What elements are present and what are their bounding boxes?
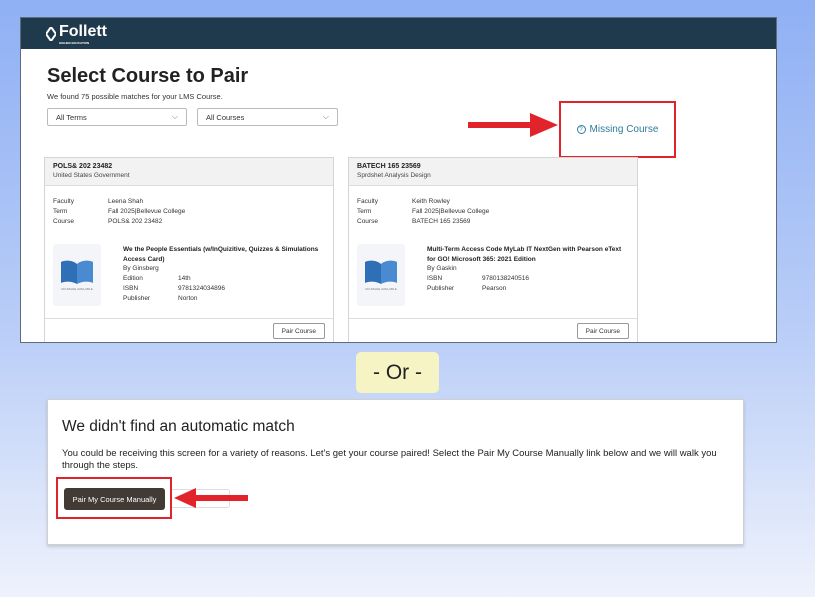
chevron-down-icon: ⌵ [322,112,329,121]
open-book-icon [61,260,93,284]
course-card: BATECH 165 23569 Sprdshet Analysis Desig… [348,157,638,342]
pair-course-button[interactable]: Pair Course [272,323,325,339]
red-arrow-pointer [468,113,558,137]
course-name: United States Government [53,172,130,179]
brand-subtitle: HIGHER EDUCATION [59,40,90,45]
course-value: BATECH 165 23569 [412,218,471,225]
course-code: POLS& 202 23482 [53,163,113,170]
course-code: BATECH 165 23569 [357,163,421,170]
edition-value: 14th [178,275,191,282]
course-details: Faculty Keith Rowley Term Fall 2025|Bellev… [357,198,489,228]
faculty-label: Faculty [53,198,74,205]
course-label: Course [53,218,74,225]
book-author: By Ginsberg [123,265,159,272]
card-footer: Pair Course [45,318,333,342]
book-info: Multi-Term Access Code MyLab IT NextGen … [427,245,627,295]
book-title: We the People Essentials (w/InQuizitive,… [123,246,319,263]
top-nav-bar: Follett HIGHER EDUCATION [21,18,776,49]
edition-label: Edition [123,275,143,282]
brand-name: Follett [59,22,107,40]
faculty-value: Keith Rowley [412,198,450,205]
follett-logo: Follett HIGHER EDUCATION [46,23,107,45]
book-author: By Gaskin [427,265,457,272]
publisher-value: Pearson [482,285,507,292]
missing-course-link[interactable]: Missing Course [590,124,659,135]
follett-diamond-icon [46,26,56,41]
no-match-screenshot: We didn't find an automatic match You co… [47,399,744,545]
book-cover-placeholder: NO IMAGE AVAILABLE [357,244,405,306]
no-match-description: You could be receiving this screen for a… [62,448,717,471]
help-circle-icon: ? [576,125,586,134]
term-value: Fall 2025|Bellevue College [412,208,490,215]
course-name: Sprdshet Analysis Design [357,172,431,179]
isbn-value: 9781324034896 [178,285,225,292]
term-label: Term [53,208,68,215]
isbn-label: ISBN [123,285,139,292]
publisher-label: Publisher [123,295,151,302]
chevron-down-icon: ⌵ [171,112,178,121]
publisher-label: Publisher [427,285,455,292]
book-info: We the People Essentials (w/InQuizitive,… [123,245,323,305]
book-cover-placeholder: NO IMAGE AVAILABLE [53,244,101,306]
no-match-title: We didn't find an automatic match [62,418,295,435]
term-filter-select[interactable]: All Terms ⌵ [47,108,187,126]
book-title: Multi-Term Access Code MyLab IT NextGen … [427,246,622,263]
no-image-text: NO IMAGE AVAILABLE [365,287,397,291]
card-header: BATECH 165 23569 Sprdshet Analysis Desig… [349,158,637,186]
publisher-value: Norton [178,295,198,302]
term-label: Term [357,208,372,215]
term-filter-value: All Terms [56,112,87,122]
course-label: Course [357,218,378,225]
term-value: Fall 2025|Bellevue College [108,208,186,215]
course-filter-value: All Courses [206,112,245,122]
or-divider-label: - Or - [356,352,439,393]
course-filter-select[interactable]: All Courses ⌵ [197,108,338,126]
red-arrow-pointer [174,488,248,508]
no-image-text: NO IMAGE AVAILABLE [61,287,93,291]
course-card: POLS& 202 23482 United States Government… [44,157,334,342]
pair-course-button[interactable]: Pair Course [576,323,629,339]
pair-manually-button[interactable]: Pair My Course Manually [64,488,165,510]
missing-course-highlight: ? Missing Course [559,101,676,158]
page-title: Select Course to Pair [47,65,249,87]
faculty-value: Leena Shah [108,198,144,205]
matches-count-text: We found 75 possible matches for your LM… [47,92,223,101]
course-details: Faculty Leena Shah Term Fall 2025|Bellevue… [53,198,185,228]
card-footer: Pair Course [349,318,637,342]
course-select-screenshot: Follett HIGHER EDUCATION Select Course t… [20,17,777,343]
open-book-icon [365,260,397,284]
faculty-label: Faculty [357,198,378,205]
isbn-label: ISBN [427,275,443,282]
course-value: POLS& 202 23482 [108,218,163,225]
card-header: POLS& 202 23482 United States Government [45,158,333,186]
isbn-value: 9780138240516 [482,275,529,282]
